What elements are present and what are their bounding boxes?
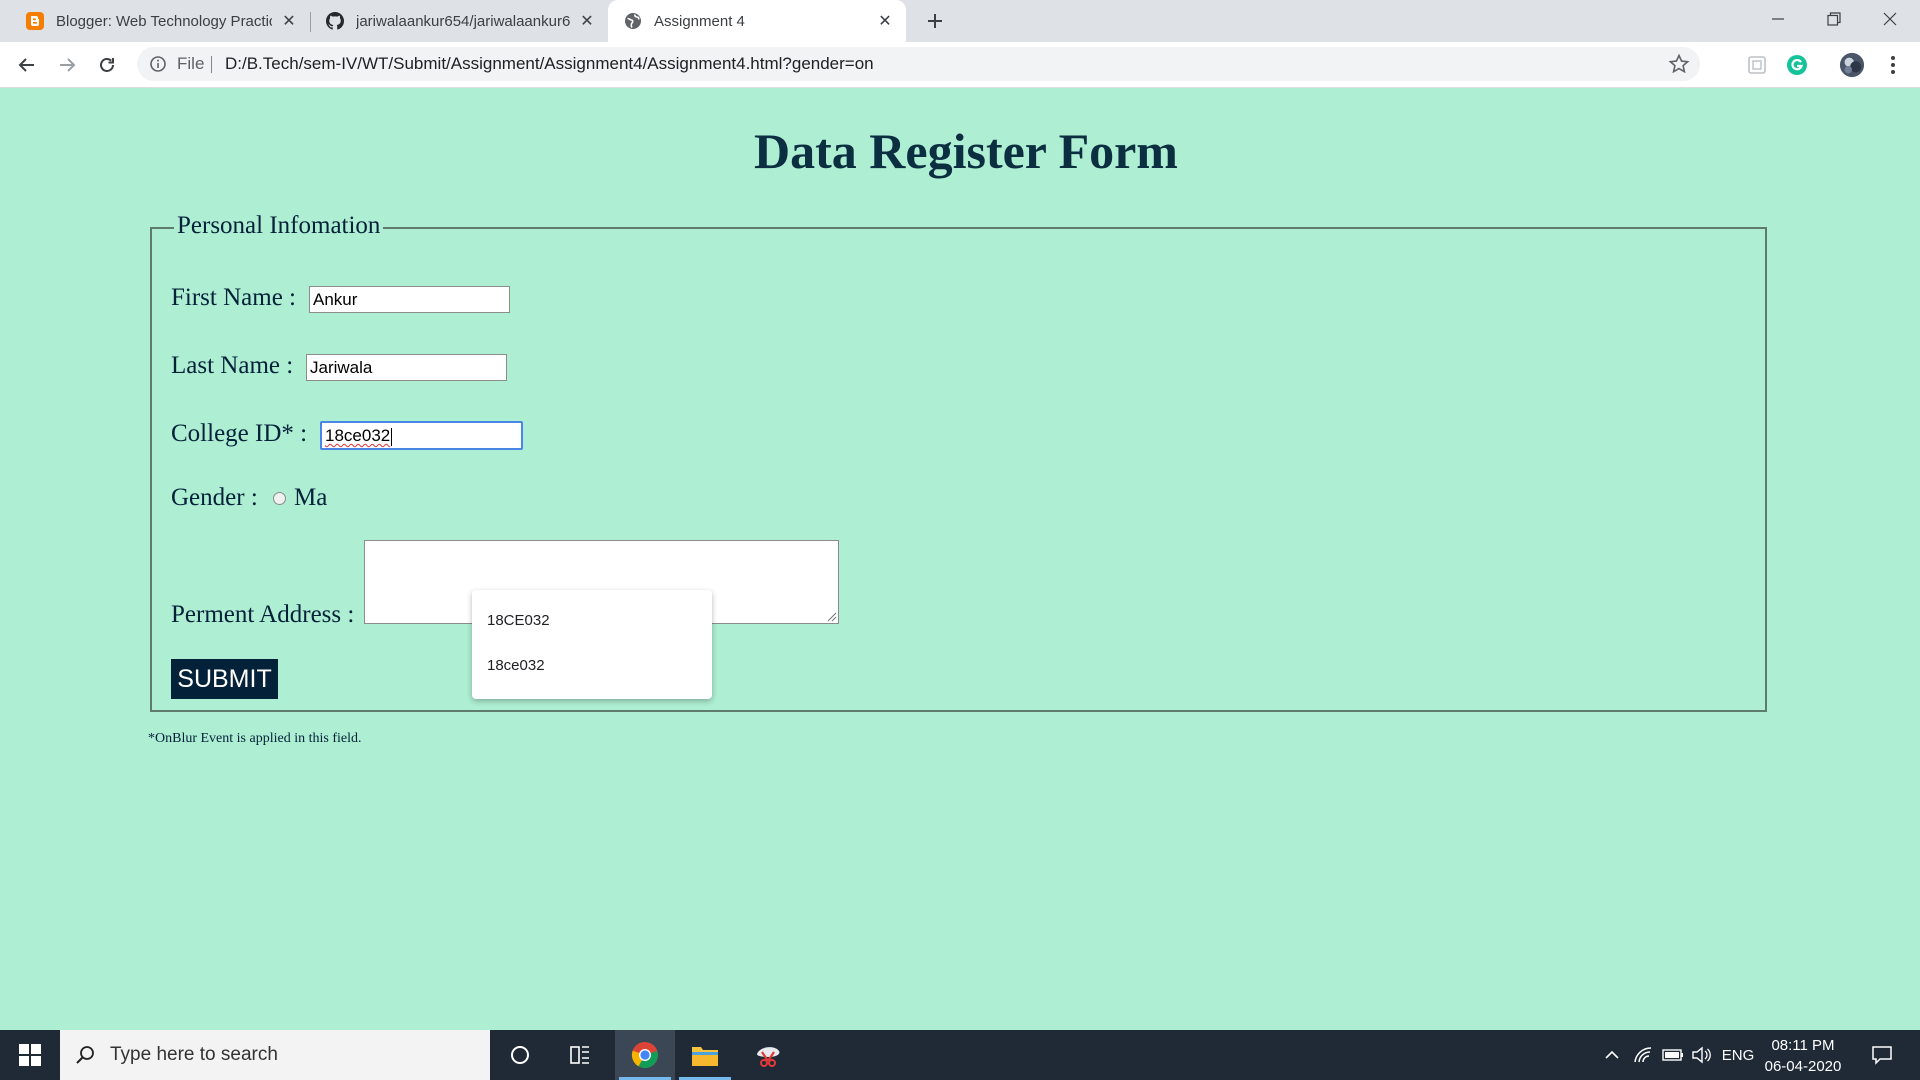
fieldset-legend: Personal Infomation xyxy=(174,212,384,240)
wifi-icon[interactable] xyxy=(1630,1030,1656,1080)
clock-time: 08:11 PM xyxy=(1771,1037,1835,1054)
globe-icon xyxy=(624,12,642,30)
task-view-icon[interactable] xyxy=(550,1030,610,1080)
system-clock[interactable]: 08:11 PM 06-04-2020 xyxy=(1755,1035,1851,1077)
github-icon xyxy=(326,12,344,30)
page-content: Data Register Form Personal Infomation F… xyxy=(0,88,1920,1030)
gender-male-label: Ma xyxy=(294,484,328,511)
tab-strip: Blogger: Web Technology Practic ✕ jariwa… xyxy=(0,0,1920,42)
close-window-icon[interactable] xyxy=(1862,0,1918,38)
last-name-field[interactable]: Jariwala xyxy=(306,354,507,381)
browser-toolbar: File D:/B.Tech/sem-IV/WT/Submit/Assignme… xyxy=(0,42,1920,88)
last-name-label: Last Name : xyxy=(171,352,294,379)
resize-grip-icon[interactable] xyxy=(826,611,837,622)
autocomplete-option[interactable]: 18ce032 xyxy=(487,657,545,674)
address-label: Perment Address : xyxy=(171,601,355,628)
forward-arrow-icon[interactable] xyxy=(52,50,82,80)
college-id-value: 18ce032 xyxy=(325,426,391,445)
autocomplete-option[interactable]: 18CE032 xyxy=(487,612,550,629)
close-tab-icon[interactable]: ✕ xyxy=(278,10,300,32)
info-icon[interactable] xyxy=(149,55,167,78)
clock-date: 06-04-2020 xyxy=(1764,1058,1842,1075)
windows-start-icon[interactable] xyxy=(0,1030,60,1080)
chrome-taskbar-icon[interactable] xyxy=(615,1030,675,1080)
menu-kebab-icon[interactable] xyxy=(1880,52,1906,78)
blogger-icon xyxy=(26,12,44,30)
profile-avatar-icon[interactable] xyxy=(1839,52,1865,78)
search-placeholder: Type here to search xyxy=(110,1044,278,1065)
autocomplete-dropdown: 18CE032 18ce032 xyxy=(472,590,712,699)
close-tab-icon[interactable]: ✕ xyxy=(576,10,598,32)
scheme-label: File xyxy=(177,54,205,73)
gender-label: Gender : xyxy=(171,484,258,511)
extension-icon[interactable] xyxy=(1744,52,1770,78)
back-arrow-icon[interactable] xyxy=(12,50,42,80)
footnote: *OnBlur Event is applied in this field. xyxy=(148,731,362,746)
tab-assignment-4[interactable]: Assignment 4 ✕ xyxy=(608,0,906,42)
grammarly-icon[interactable] xyxy=(1784,52,1810,78)
url-text[interactable]: D:/B.Tech/sem-IV/WT/Submit/Assignment/As… xyxy=(225,47,874,81)
bookmark-star-icon[interactable] xyxy=(1668,53,1690,80)
first-name-label: First Name : xyxy=(171,284,296,311)
tab-blogger[interactable]: Blogger: Web Technology Practic ✕ xyxy=(0,0,310,42)
volume-icon[interactable] xyxy=(1688,1030,1714,1080)
restore-icon[interactable] xyxy=(1806,0,1862,38)
text-caret xyxy=(391,427,393,446)
tab-title: jariwalaankur654/jariwalaankur65 xyxy=(356,12,570,30)
close-tab-icon[interactable]: ✕ xyxy=(874,10,896,32)
action-center-icon[interactable] xyxy=(1862,1030,1902,1080)
tab-title: Assignment 4 xyxy=(654,12,745,30)
gender-male-radio[interactable] xyxy=(273,492,286,505)
show-hidden-icons-chevron-icon[interactable] xyxy=(1600,1030,1624,1080)
tab-title: Blogger: Web Technology Practic xyxy=(56,12,272,30)
file-explorer-icon[interactable] xyxy=(675,1030,735,1080)
page-title: Data Register Form xyxy=(754,123,1178,179)
personal-info-fieldset: Personal Infomation First Name : Ankur L… xyxy=(150,212,1767,712)
windows-taskbar: Type here to search ENG 08:11 PM 06-04-2… xyxy=(0,1030,1920,1080)
battery-icon[interactable] xyxy=(1660,1030,1686,1080)
divider xyxy=(211,56,212,73)
language-indicator[interactable]: ENG xyxy=(1718,1030,1758,1080)
new-tab-icon[interactable] xyxy=(922,8,948,34)
submit-button[interactable]: SUBMIT xyxy=(171,659,278,699)
tab-github[interactable]: jariwalaankur654/jariwalaankur65 ✕ xyxy=(300,0,608,42)
cortana-icon[interactable] xyxy=(490,1030,550,1080)
college-id-label: College ID* : xyxy=(171,420,308,447)
first-name-field[interactable]: Ankur xyxy=(309,286,510,313)
snipping-tool-icon[interactable] xyxy=(738,1030,798,1080)
college-id-field[interactable]: 18ce032 xyxy=(320,421,523,450)
taskbar-search[interactable]: Type here to search xyxy=(60,1030,490,1080)
minimize-icon[interactable] xyxy=(1750,0,1806,38)
search-icon xyxy=(74,1044,96,1071)
reload-icon[interactable] xyxy=(92,50,122,80)
address-bar[interactable]: File D:/B.Tech/sem-IV/WT/Submit/Assignme… xyxy=(137,47,1700,81)
